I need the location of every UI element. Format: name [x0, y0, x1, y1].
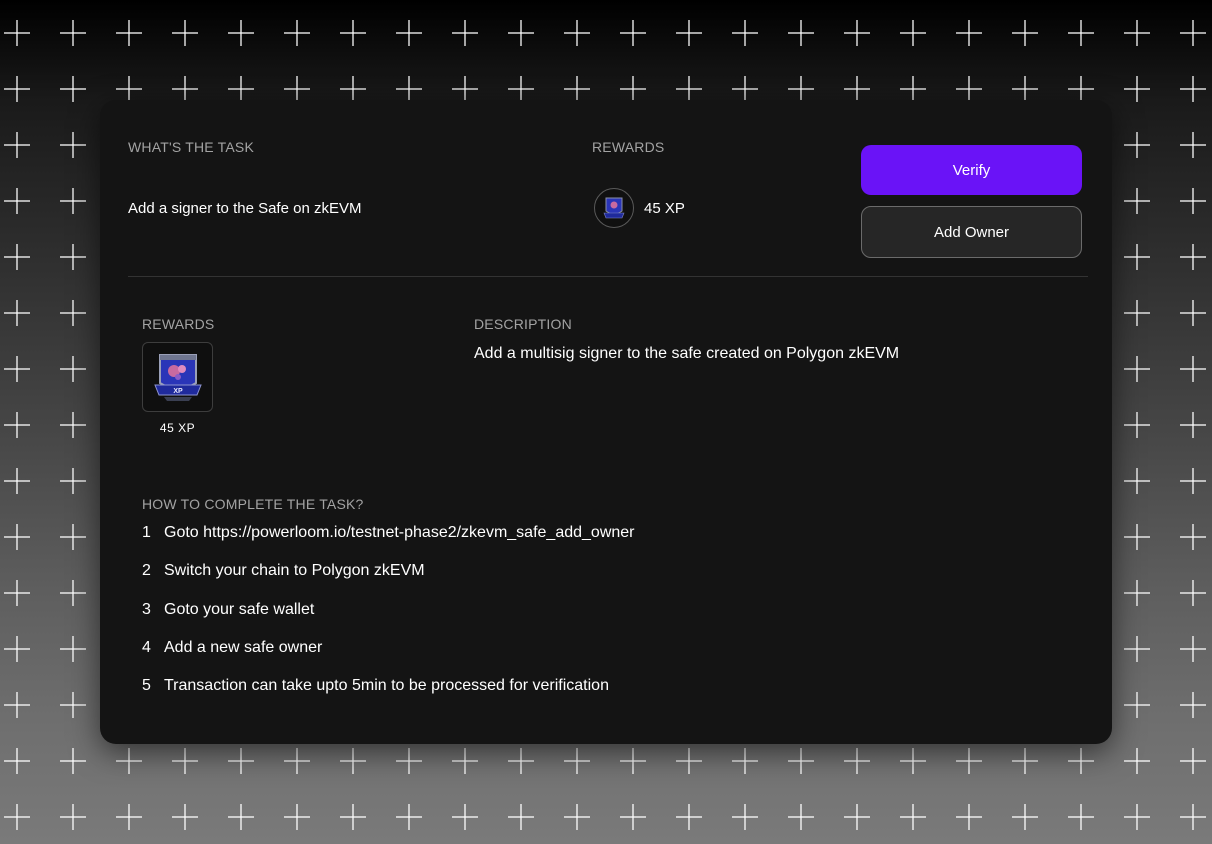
reward-detail-xp: 45 XP	[159, 421, 196, 435]
task-card: WHAT'S THE TASK Add a signer to the Safe…	[100, 100, 1112, 744]
add-owner-button[interactable]: Add Owner	[861, 206, 1082, 258]
step-number: 3	[142, 600, 151, 618]
step-number: 5	[142, 677, 151, 695]
list-item: 2 Switch your chain to Polygon zkEVM	[142, 562, 635, 600]
step-number: 2	[142, 562, 151, 580]
xp-badge-icon: XP	[142, 342, 213, 412]
step-text: Switch your chain to Polygon zkEVM	[164, 562, 425, 580]
step-text: Add a new safe owner	[164, 638, 323, 656]
rewards-detail-label: REWARDS	[142, 316, 215, 332]
description-label: DESCRIPTION	[474, 316, 572, 332]
section-divider	[128, 276, 1088, 277]
reward-xp-value: 45 XP	[644, 199, 685, 217]
step-text: Goto https://powerloom.io/testnet-phase2…	[164, 524, 635, 541]
step-text: Transaction can take upto 5min to be pro…	[164, 677, 609, 695]
step-text: Goto your safe wallet	[164, 600, 315, 618]
steps-list: 1 Goto https://powerloom.io/testnet-phas…	[142, 524, 635, 715]
list-item: 5 Transaction can take upto 5min to be p…	[142, 677, 635, 715]
how-to-label: HOW TO COMPLETE THE TASK?	[142, 496, 364, 512]
list-item: 3 Goto your safe wallet	[142, 601, 635, 639]
list-item: 4 Add a new safe owner	[142, 639, 635, 677]
task-title: Add a signer to the Safe on zkEVM	[128, 200, 362, 217]
task-section-label: WHAT'S THE TASK	[128, 139, 254, 155]
verify-button[interactable]: Verify	[861, 145, 1082, 195]
reward-summary: 45 XP	[594, 188, 685, 228]
step-number: 4	[142, 638, 151, 656]
rewards-label: REWARDS	[592, 139, 665, 155]
xp-badge-icon	[594, 188, 634, 228]
list-item: 1 Goto https://powerloom.io/testnet-phas…	[142, 524, 635, 562]
svg-text:XP: XP	[173, 388, 183, 395]
step-number: 1	[142, 524, 151, 541]
description-text: Add a multisig signer to the safe create…	[474, 345, 900, 362]
